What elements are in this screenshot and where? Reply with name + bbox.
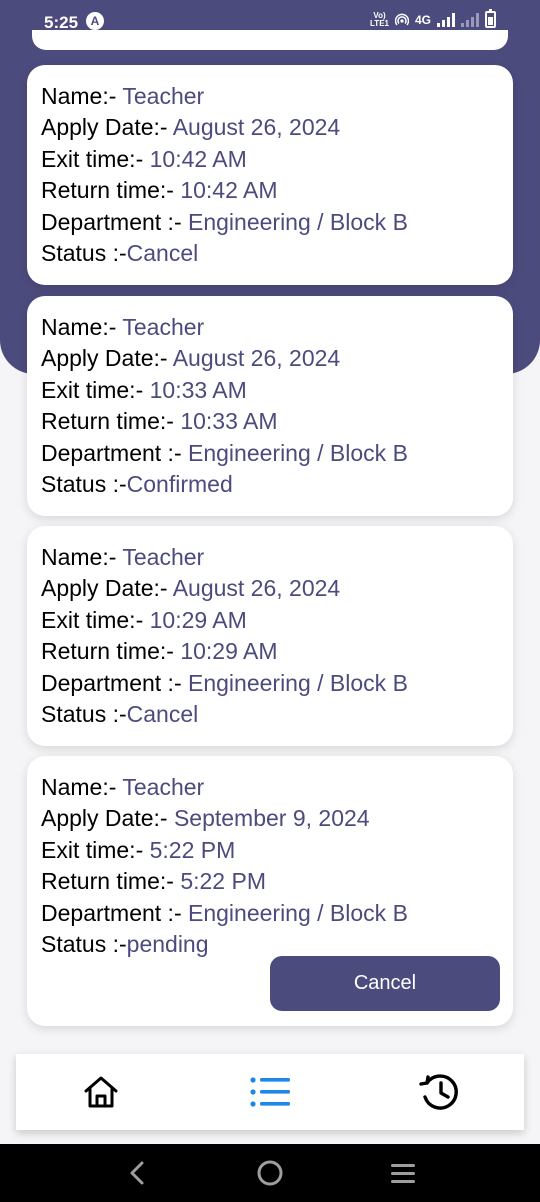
exit-time-value: 10:29 AM xyxy=(149,606,247,633)
apply-date-row: Apply Date:- August 26, 2024 xyxy=(41,575,341,602)
request-card: Name:- Teacher Apply Date:- September 9,… xyxy=(27,756,513,1026)
notification-app-icon: A xyxy=(86,12,104,30)
return-time-row: Return time:- 10:42 AM xyxy=(41,177,278,204)
list-icon xyxy=(250,1077,290,1107)
cancel-request-button[interactable]: Cancel xyxy=(270,956,500,1011)
system-home-button[interactable] xyxy=(245,1153,295,1193)
status-row: Status :-Cancel xyxy=(41,701,199,728)
screen: 5:25 A Vo) LTE1 4G Name:- Teacher Apply D… xyxy=(0,0,540,1202)
return-time-value: 10:29 AM xyxy=(180,638,278,665)
name-value: Teacher xyxy=(122,774,205,800)
name-row: Name:- Teacher xyxy=(41,544,205,570)
name-row: Name:- Teacher xyxy=(41,83,205,109)
name-value: Teacher xyxy=(122,314,205,340)
system-navigation-bar xyxy=(0,1144,540,1202)
system-recents-button[interactable] xyxy=(378,1153,428,1193)
back-chevron-icon xyxy=(130,1161,144,1185)
system-back-button[interactable] xyxy=(112,1153,162,1193)
return-time-value: 5:22 PM xyxy=(180,868,266,895)
name-value: Teacher xyxy=(122,544,205,570)
name-row: Name:- Teacher xyxy=(41,774,205,800)
return-time-value: 10:33 AM xyxy=(180,408,278,435)
department-row: Department :- Engineering / Block B xyxy=(41,439,408,466)
exit-time-value: 10:33 AM xyxy=(149,376,247,403)
department-value: Engineering / Block B xyxy=(188,899,408,926)
exit-time-row: Exit time:- 10:42 AM xyxy=(41,145,247,172)
return-time-row: Return time:- 10:33 AM xyxy=(41,408,278,435)
request-card: Name:- Teacher Apply Date:- August 26, 2… xyxy=(27,296,513,517)
exit-time-row: Exit time:- 10:29 AM xyxy=(41,606,247,633)
nav-history[interactable] xyxy=(409,1062,469,1122)
status-value: Cancel xyxy=(126,240,199,267)
request-card: Name:- Teacher Apply Date:- August 26, 2… xyxy=(27,65,513,286)
home-circle-icon xyxy=(257,1160,283,1186)
signal-sim2-icon xyxy=(461,12,479,27)
exit-time-value: 10:42 AM xyxy=(149,145,247,172)
apply-date-row: Apply Date:- September 9, 2024 xyxy=(41,805,370,832)
apply-date-value: August 26, 2024 xyxy=(172,114,341,141)
apply-date-value: August 26, 2024 xyxy=(172,575,341,602)
nav-requests[interactable] xyxy=(240,1062,300,1122)
hotspot-icon xyxy=(394,13,409,25)
return-time-row: Return time:- 10:29 AM xyxy=(41,638,278,665)
status-row: Status :-Confirmed xyxy=(41,471,233,498)
department-row: Department :- Engineering / Block B xyxy=(41,899,408,926)
network-type: 4G xyxy=(414,12,431,27)
history-icon xyxy=(419,1074,459,1110)
return-time-row: Return time:- 5:22 PM xyxy=(41,868,266,895)
status-value: Cancel xyxy=(126,701,199,728)
bottom-navigation xyxy=(16,1054,524,1130)
apply-date-value: August 26, 2024 xyxy=(172,345,341,372)
home-icon xyxy=(84,1076,118,1108)
department-value: Engineering / Block B xyxy=(188,439,408,466)
previous-request-card-partial xyxy=(32,30,508,50)
apply-date-value: September 9, 2024 xyxy=(173,805,370,832)
status-value: pending xyxy=(126,931,209,958)
signal-sim1-icon xyxy=(437,12,455,27)
status-indicators: Vo) LTE1 4G xyxy=(370,9,496,28)
name-row: Name:- Teacher xyxy=(41,314,205,340)
status-row: Status :-Cancel xyxy=(41,240,199,267)
department-row: Department :- Engineering / Block B xyxy=(41,669,408,696)
battery-icon xyxy=(485,9,496,28)
department-value: Engineering / Block B xyxy=(188,208,408,235)
nav-home[interactable] xyxy=(71,1062,131,1122)
apply-date-row: Apply Date:- August 26, 2024 xyxy=(41,114,341,141)
department-value: Engineering / Block B xyxy=(188,669,408,696)
menu-lines-icon xyxy=(391,1164,416,1183)
exit-time-value: 5:22 PM xyxy=(149,836,236,863)
name-value: Teacher xyxy=(122,83,205,109)
department-row: Department :- Engineering / Block B xyxy=(41,208,408,235)
return-time-value: 10:42 AM xyxy=(180,177,278,204)
request-card: Name:- Teacher Apply Date:- August 26, 2… xyxy=(27,526,513,747)
exit-time-row: Exit time:- 5:22 PM xyxy=(41,836,236,863)
apply-date-row: Apply Date:- August 26, 2024 xyxy=(41,345,341,372)
exit-time-row: Exit time:- 10:33 AM xyxy=(41,376,247,403)
status-value: Confirmed xyxy=(126,471,233,498)
volte-icon: Vo) LTE1 xyxy=(370,10,389,28)
